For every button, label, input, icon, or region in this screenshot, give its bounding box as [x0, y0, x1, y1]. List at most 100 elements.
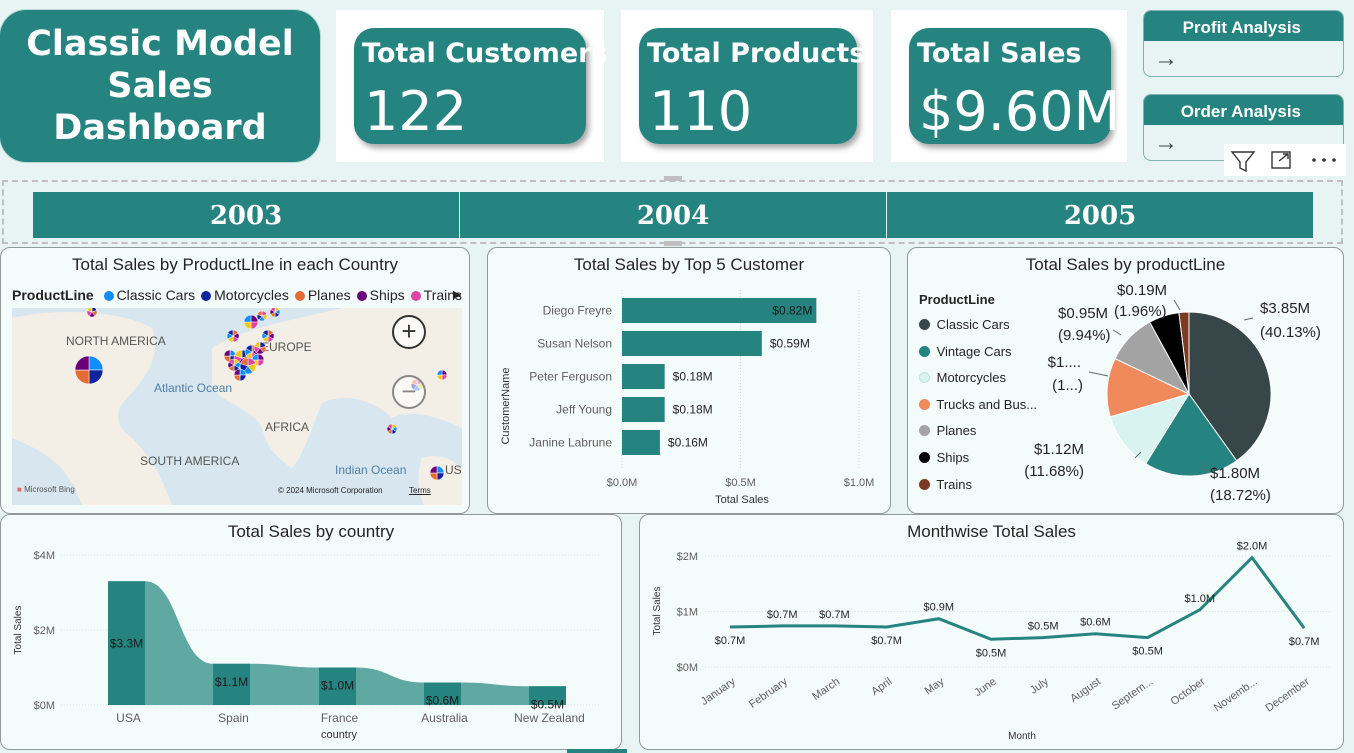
pie-data-label: (1.96%): [1114, 303, 1167, 320]
map-pie-slice: [436, 374, 443, 381]
bar[interactable]: [622, 397, 665, 422]
map-pie-marker[interactable]: [243, 314, 259, 330]
filter-icon[interactable]: [1230, 151, 1256, 173]
pie-data-label: $1.80M: [1210, 465, 1260, 482]
kpi-total-sales: Total Sales $9.60M: [909, 28, 1120, 144]
map-pie-marker[interactable]: [256, 310, 268, 322]
map-pie-marker[interactable]: [386, 423, 398, 435]
map-legend-item[interactable]: Planes: [294, 287, 351, 303]
map-legend-item[interactable]: Ships: [356, 287, 405, 303]
map-terms-link[interactable]: Terms: [409, 486, 431, 495]
more-options-icon[interactable]: [1312, 158, 1336, 162]
x-tick-label: $1.0M: [844, 477, 875, 489]
data-label: $3.3M: [110, 636, 143, 650]
map-pie-slice: [88, 355, 104, 371]
x-tick-label: December: [1263, 675, 1312, 714]
map-legend-label: Motorcycles: [214, 287, 289, 303]
profit-analysis-label: Profit Analysis: [1144, 11, 1343, 41]
map-pie-slice: [250, 321, 259, 330]
map-pie-slice: [429, 472, 438, 481]
x-tick-label: May: [923, 675, 947, 697]
kpi-value: $9.60M: [919, 80, 1121, 143]
map-legend-title: ProductLine: [12, 287, 94, 303]
year-button-2003[interactable]: 2003: [33, 192, 459, 238]
arrow-right-icon: →: [1154, 129, 1178, 156]
map-pie-slice: [239, 374, 247, 382]
data-label: $0.6M: [426, 694, 459, 708]
profit-analysis-button[interactable]: Profit Analysis →: [1143, 10, 1344, 77]
year-button-2005[interactable]: 2005: [887, 192, 1313, 238]
pie-data-label: (18.72%): [1210, 487, 1271, 504]
data-label: $1.0M: [321, 679, 354, 693]
page-tab-indicator: [567, 749, 627, 753]
legend-dot-icon: [294, 291, 305, 301]
data-label: $0.5M: [1028, 621, 1059, 633]
dashboard-title-card: Classic Model Sales Dashboard: [0, 10, 320, 162]
y-tick-label: $0M: [34, 700, 55, 712]
data-label: $0.82M: [772, 304, 812, 318]
legend-next-icon[interactable]: ▶: [453, 288, 461, 301]
map-pie-marker[interactable]: [261, 329, 275, 343]
dashboard-title-line1: Classic Model: [26, 24, 294, 64]
productline-pie-chart: $3.85M (40.13%) $1.80M (18.72%) $1.12M (11.68…: [1024, 282, 1321, 504]
map-pie-marker[interactable]: [436, 369, 448, 381]
y-tick-label: $2M: [677, 551, 698, 563]
kpi-label: Total Products: [647, 38, 866, 69]
bar[interactable]: [622, 364, 665, 389]
y-tick-label: Peter Ferguson: [529, 370, 612, 384]
map-pie-marker[interactable]: [269, 308, 281, 318]
map-pie-marker[interactable]: [74, 355, 104, 385]
y-tick-label: $0M: [677, 662, 698, 674]
year-button-2004[interactable]: 2004: [460, 192, 886, 238]
map-legend-item[interactable]: Classic Cars: [103, 287, 195, 303]
map-legend-label: Ships: [369, 287, 405, 303]
map-canvas[interactable]: NORTH AMERICA EUROPE Atlantic Ocean AFRI…: [12, 308, 462, 505]
slicer-resize-handle[interactable]: [664, 176, 682, 181]
y-axis-title: Total Sales: [652, 587, 663, 636]
x-tick-label: June: [972, 676, 998, 700]
zoom-out-button[interactable]: −: [392, 375, 426, 409]
leader-line: [1112, 329, 1122, 336]
data-label: $0.59M: [770, 337, 810, 351]
focus-mode-icon[interactable]: [1271, 151, 1291, 169]
data-label: $0.5M: [1132, 646, 1163, 658]
map-legend-item[interactable]: Motorcycles: [201, 287, 289, 303]
data-label: $0.7M: [819, 609, 850, 621]
x-tick-label: Australia: [421, 711, 468, 725]
data-label: $0.16M: [668, 436, 708, 450]
pie-data-label: $1.12M: [1034, 441, 1084, 458]
map-pie-marker[interactable]: [253, 341, 267, 355]
x-axis-title: Month: [1008, 731, 1036, 742]
map-pie-slice: [429, 465, 438, 474]
y-tick-label: $4M: [34, 550, 55, 562]
map-pie-slice: [223, 349, 231, 357]
map-pie-slice: [257, 353, 265, 361]
data-label: $0.7M: [871, 635, 902, 647]
map-pie-marker[interactable]: [429, 465, 445, 481]
leader-line: [1243, 317, 1254, 321]
map-pie-marker[interactable]: [86, 308, 98, 318]
x-tick-label: February: [747, 675, 790, 710]
map-pie-slice: [243, 321, 252, 330]
map-pie-marker[interactable]: [233, 368, 247, 382]
leader-line: [1173, 299, 1181, 311]
map-pie-slice: [441, 369, 448, 376]
bar[interactable]: [622, 430, 660, 455]
country-sales-visual: Total Sales by country $0M $2M $4M $3.3M USA…: [0, 514, 622, 750]
sales-line[interactable]: [729, 555, 1306, 641]
bar[interactable]: [622, 331, 762, 356]
map-pie-marker[interactable]: [226, 329, 240, 343]
map-legend: ProductLine Classic Cars Motorcycles Plane…: [12, 287, 462, 303]
country-sales-chart: $0M $2M $4M $3.3M USA $1.1M Spain $1.0M France $0…: [13, 550, 601, 741]
zoom-in-button[interactable]: +: [392, 315, 426, 349]
map-pie-slice: [243, 314, 252, 323]
x-tick-label: $0.5M: [725, 477, 756, 489]
pie-data-label: (1...): [1052, 377, 1083, 394]
x-tick-label: July: [1028, 675, 1051, 696]
slicer-resize-handle[interactable]: [664, 241, 682, 246]
bing-text: Microsoft Bing: [24, 485, 75, 494]
order-analysis-label: Order Analysis: [1144, 95, 1343, 125]
x-axis-title: Total Sales: [715, 494, 769, 506]
kpi-value: 110: [649, 80, 753, 143]
dashboard-title-line2: Sales Dashboard: [53, 66, 267, 148]
